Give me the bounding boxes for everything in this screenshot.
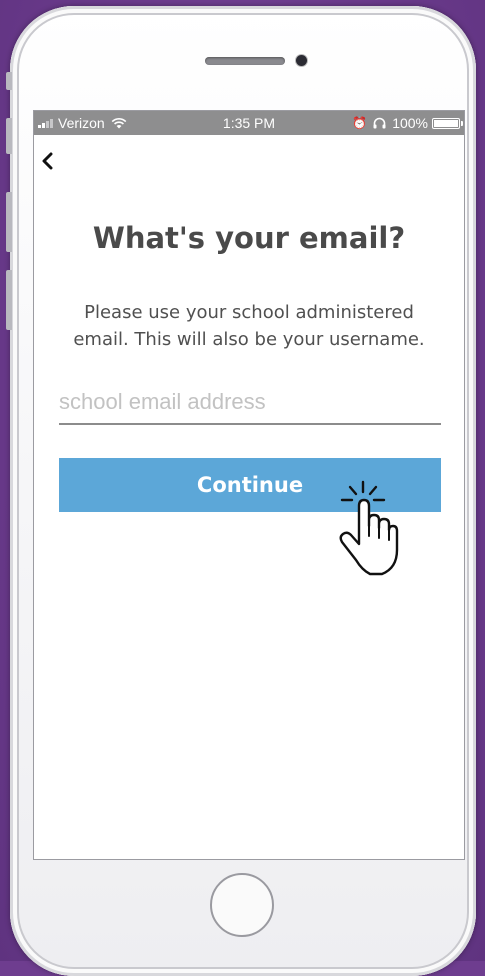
volume-up-button — [6, 192, 12, 252]
volume-down-button — [6, 270, 12, 330]
chevron-left-icon — [42, 152, 53, 170]
headphones-icon — [373, 117, 386, 129]
alarm-icon: ⏰ — [352, 116, 368, 130]
phone-screen: Verizon 1:35 PM ⏰ 100% What's your email… — [33, 110, 465, 860]
front-camera — [296, 55, 307, 66]
side-button — [6, 118, 12, 154]
tap-hand-icon — [339, 480, 399, 576]
home-button[interactable] — [210, 873, 274, 937]
status-bar: Verizon 1:35 PM ⏰ 100% — [34, 111, 464, 135]
battery-percent: 100% — [392, 115, 428, 131]
back-button[interactable] — [36, 149, 60, 173]
earpiece-speaker — [205, 57, 285, 65]
mute-switch — [6, 72, 12, 90]
status-bar-right: ⏰ 100% — [352, 115, 463, 131]
page-title: What's your email? — [92, 221, 406, 255]
page-subtitle: Please use your school administered emai… — [73, 302, 425, 350]
email-input[interactable] — [59, 381, 441, 425]
battery-icon — [432, 117, 463, 129]
